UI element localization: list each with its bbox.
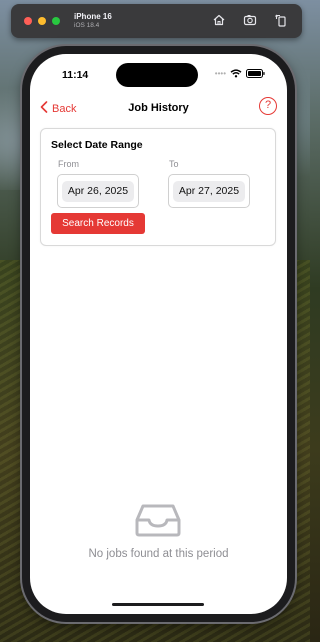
iphone-frame: 11:14 •••• Back Job History ? Select Dat… (22, 46, 295, 622)
simulator-toolbar: iPhone 16 iOS 18.4 (11, 4, 302, 38)
os-version: iOS 18.4 (74, 21, 100, 29)
status-indicators: •••• (215, 69, 265, 78)
inbox-icon (134, 502, 182, 543)
screenshot-icon[interactable] (243, 13, 257, 27)
device-name: iPhone 16 (74, 11, 112, 21)
rotate-icon[interactable] (274, 13, 288, 27)
from-label: From (58, 159, 79, 169)
empty-state-message: No jobs found at this period (88, 548, 229, 560)
dynamic-island (116, 63, 198, 87)
search-records-button[interactable]: Search Records (51, 213, 145, 234)
zoom-window-button[interactable] (52, 17, 60, 25)
navigation-bar: Back Job History ? (30, 96, 287, 124)
home-icon[interactable] (212, 13, 226, 27)
close-window-button[interactable] (24, 17, 32, 25)
to-date-picker[interactable]: Apr 27, 2025 (173, 181, 245, 202)
to-label: To (169, 159, 179, 169)
phone-screen: 11:14 •••• Back Job History ? Select Dat… (30, 54, 287, 614)
simulator-tools (212, 13, 288, 27)
window-controls (24, 17, 60, 25)
to-date-field[interactable]: Apr 27, 2025 (168, 174, 250, 208)
date-range-card: Select Date Range From To Apr 26, 2025 A… (40, 128, 276, 246)
battery-icon (246, 69, 265, 78)
status-time: 11:14 (62, 69, 89, 81)
help-icon[interactable]: ? (259, 97, 277, 115)
page-title: Job History (128, 102, 189, 114)
date-range-heading: Select Date Range (51, 139, 143, 151)
wifi-icon (230, 69, 242, 78)
from-date-picker[interactable]: Apr 26, 2025 (62, 181, 134, 202)
from-date-field[interactable]: Apr 26, 2025 (57, 174, 139, 208)
signal-dots-icon: •••• (214, 68, 226, 78)
minimize-window-button[interactable] (38, 17, 46, 25)
home-indicator[interactable] (112, 603, 204, 606)
simulator-title: iPhone 16 iOS 18.4 (74, 11, 112, 30)
